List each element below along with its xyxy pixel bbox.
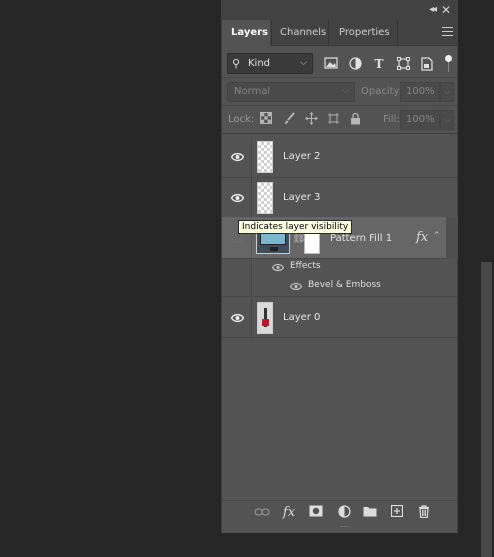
- lock-position-icon[interactable]: [304, 112, 318, 126]
- adjustment-layer-filter-icon[interactable]: [348, 57, 362, 71]
- layers-list: Layer 2 Layer 3 ⛓ Pattern Fill 1 fx ⌃ Ef…: [222, 137, 458, 338]
- effects-list: Effects Bevel & Emboss: [222, 259, 457, 297]
- lock-artboard-icon[interactable]: [326, 112, 340, 126]
- fx-icon[interactable]: fx: [416, 230, 428, 245]
- tab-properties[interactable]: Properties: [328, 20, 398, 46]
- blend-mode-select[interactable]: Normal ⌵: [227, 82, 355, 102]
- kind-filter-select[interactable]: ⚲ Kind ⌵: [227, 53, 313, 74]
- row-edge: [446, 217, 458, 259]
- opacity-label: Opacity:: [361, 86, 403, 97]
- visibility-tooltip: Indicates layer visibility: [238, 220, 353, 234]
- eye-icon[interactable]: [272, 263, 284, 272]
- layer-name: Pattern Fill 1: [330, 233, 393, 244]
- lock-transparent-pixels-icon[interactable]: [259, 112, 273, 126]
- eye-icon: [231, 313, 244, 323]
- thumbnail-graphic: [262, 319, 269, 326]
- layer-name: Layer 2: [283, 151, 321, 162]
- add-mask-icon[interactable]: [308, 505, 324, 521]
- opacity-field[interactable]: 100%: [400, 82, 440, 102]
- visibility-toggle[interactable]: [222, 178, 252, 218]
- tab-channels[interactable]: Channels: [271, 20, 327, 46]
- shape-layer-filter-icon[interactable]: [396, 57, 410, 71]
- panel-header-strip: ◂◂ ✕: [222, 0, 457, 20]
- lock-label: Lock:: [228, 114, 255, 125]
- pixel-layer-filter-icon[interactable]: [324, 57, 338, 71]
- lock-image-pixels-icon[interactable]: [282, 112, 296, 126]
- layer-row-layer-3[interactable]: Layer 3: [222, 178, 457, 219]
- chevron-down-icon: ⌵: [300, 58, 307, 68]
- link-layers-icon[interactable]: [254, 505, 270, 521]
- layer-thumbnail: [257, 141, 273, 173]
- monitor-base-graphic: [270, 247, 278, 251]
- layer-thumbnail: [257, 182, 273, 214]
- layer-row-layer-0[interactable]: Layer 0: [222, 298, 457, 338]
- add-layer-style-icon[interactable]: fx: [281, 505, 297, 521]
- fill-label: Fill:: [383, 114, 400, 125]
- filter-row: ⚲ Kind ⌵ T: [222, 50, 457, 78]
- lock-all-icon[interactable]: [348, 112, 362, 126]
- panel-menu-icon[interactable]: [442, 27, 453, 36]
- smart-object-filter-icon[interactable]: [420, 57, 434, 71]
- fill-dropdown-icon[interactable]: ⌵: [440, 110, 454, 130]
- delete-layer-icon[interactable]: [416, 505, 432, 521]
- layer-name: Layer 0: [283, 312, 321, 323]
- layer-row-layer-2[interactable]: Layer 2: [222, 137, 457, 178]
- filter-toggle-icon[interactable]: [444, 53, 453, 75]
- visibility-toggle[interactable]: [222, 137, 252, 177]
- eye-icon: [231, 152, 244, 162]
- double-chevron-right-icon[interactable]: ◂◂: [429, 4, 437, 15]
- layer-name: Layer 3: [283, 192, 321, 203]
- layers-bottom-toolbar: fx: [222, 500, 457, 524]
- lock-row: Lock: Fill: 100% ⌵: [222, 106, 457, 134]
- eye-icon: [231, 193, 244, 203]
- panel-resize-grip[interactable]: [340, 526, 350, 527]
- layer-thumbnail: [257, 302, 273, 334]
- new-group-icon[interactable]: [362, 505, 378, 521]
- fill-field[interactable]: 100%: [400, 110, 440, 130]
- close-icon[interactable]: ✕: [441, 3, 451, 17]
- effects-gutter: [222, 259, 252, 297]
- kind-filter-label: Kind: [248, 58, 271, 69]
- opacity-dropdown-icon[interactable]: ⌵: [440, 82, 454, 102]
- blend-row: Normal ⌵ Opacity: 100% ⌵: [222, 78, 457, 106]
- hidden-visibility-box: [232, 233, 242, 243]
- chevron-up-icon[interactable]: ⌃: [433, 231, 441, 241]
- effects-label: Effects: [290, 261, 321, 271]
- layers-panel: ◂◂ ✕ Layers Channels Properties ⚲ Kind ⌵…: [221, 0, 458, 533]
- chevron-down-icon: ⌵: [342, 86, 349, 96]
- tab-layers[interactable]: Layers: [222, 20, 270, 46]
- visibility-toggle[interactable]: [222, 298, 252, 337]
- panel-tabbar: Layers Channels Properties: [222, 20, 457, 46]
- blend-mode-value: Normal: [234, 86, 271, 97]
- type-layer-filter-icon[interactable]: T: [372, 57, 386, 71]
- window-scrollbar[interactable]: [481, 262, 492, 557]
- eye-icon[interactable]: [290, 282, 302, 291]
- new-fill-adjustment-icon[interactable]: [336, 505, 352, 521]
- search-icon: ⚲: [232, 57, 241, 70]
- effect-item-bevel-emboss[interactable]: Bevel & Emboss: [308, 280, 381, 290]
- new-layer-icon[interactable]: [389, 504, 405, 521]
